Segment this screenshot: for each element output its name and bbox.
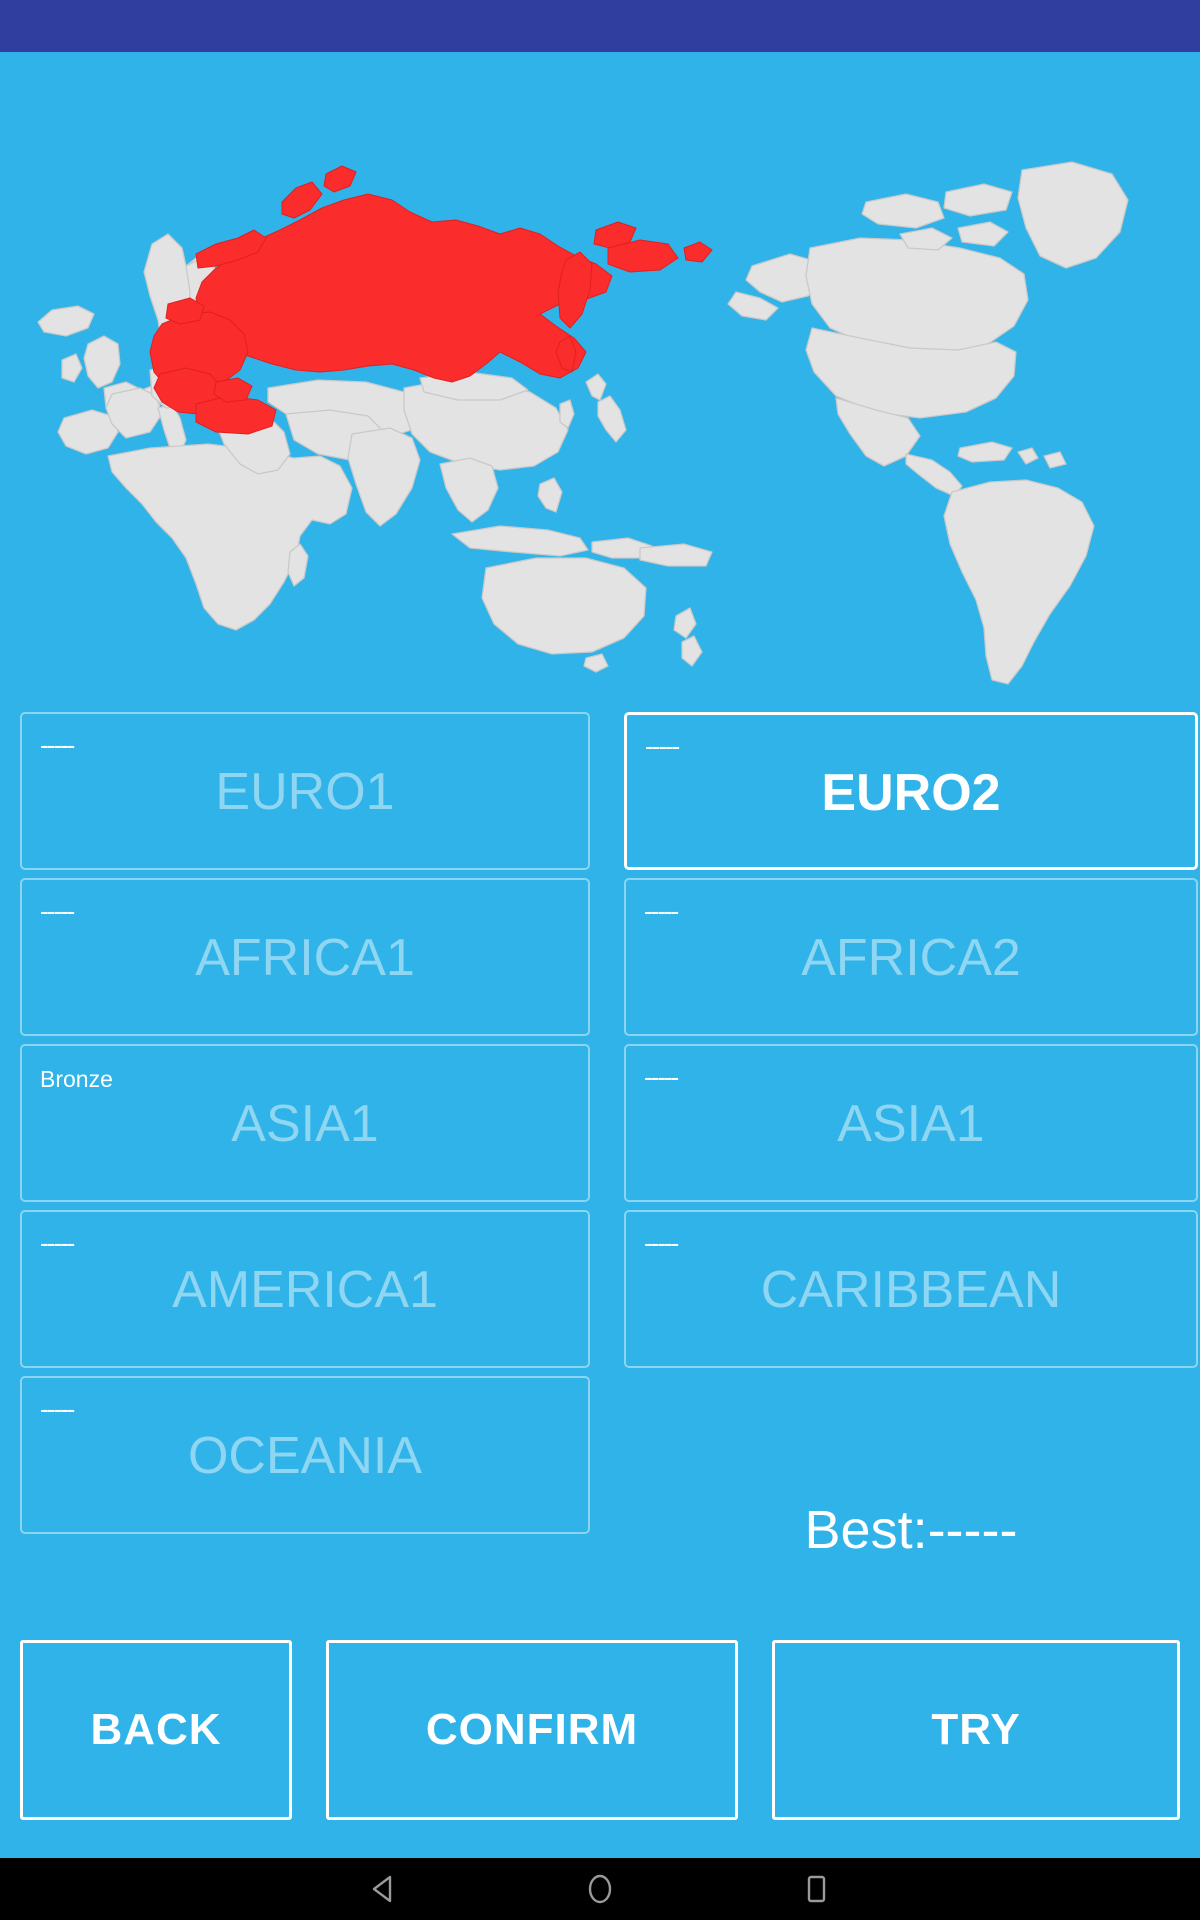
region-button-euro1[interactable]: ----- EURO1 xyxy=(20,712,590,870)
region-label: ASIA1 xyxy=(837,1095,985,1153)
back-button[interactable]: BACK xyxy=(20,1640,292,1820)
world-map-panel[interactable] xyxy=(0,52,1200,692)
circle-home-icon[interactable] xyxy=(580,1869,620,1909)
region-button-africa2[interactable]: ----- AFRICA2 xyxy=(624,878,1198,1036)
region-label: EURO1 xyxy=(215,763,395,821)
region-button-america1[interactable]: ----- AMERICA1 xyxy=(20,1210,590,1368)
confirm-button[interactable]: CONFIRM xyxy=(326,1640,738,1820)
region-label: CARIBBEAN xyxy=(760,1261,1062,1319)
world-map-svg[interactable] xyxy=(0,52,1200,692)
action-bar: BACK CONFIRM TRY xyxy=(0,1640,1200,1820)
region-label: AMERICA1 xyxy=(172,1261,438,1319)
region-badge-bronze: Bronze xyxy=(40,1066,113,1092)
region-badge: ----- xyxy=(645,731,680,761)
region-label: OCEANIA xyxy=(187,1427,423,1485)
region-button-asia1-right[interactable]: ----- ASIA1 xyxy=(624,1044,1198,1202)
region-label: AFRICA2 xyxy=(801,929,1021,987)
region-badge: ----- xyxy=(644,896,679,926)
region-row: ----- AMERICA1 ----- CARIBBEAN xyxy=(0,1210,1200,1368)
region-row: ----- AFRICA1 ----- AFRICA2 xyxy=(0,878,1200,1036)
region-label: EURO2 xyxy=(821,764,1001,822)
region-badge: ----- xyxy=(40,896,75,926)
region-button-caribbean[interactable]: ----- CARIBBEAN xyxy=(624,1210,1198,1368)
region-badge: ----- xyxy=(40,1228,75,1258)
best-score-label: Best:----- xyxy=(804,1500,1018,1560)
region-button-oceania[interactable]: ----- OCEANIA xyxy=(20,1376,590,1534)
region-badge: ----- xyxy=(40,1394,75,1424)
region-button-africa1[interactable]: ----- AFRICA1 xyxy=(20,878,590,1036)
region-badge: ----- xyxy=(644,1062,679,1092)
region-label: ASIA1 xyxy=(231,1095,379,1153)
status-bar xyxy=(0,0,1200,52)
region-row: ----- EURO1 ----- EURO2 xyxy=(0,712,1200,870)
region-label: AFRICA1 xyxy=(195,929,415,987)
region-row: Bronze ASIA1 ----- ASIA1 xyxy=(0,1044,1200,1202)
square-recents-icon[interactable] xyxy=(796,1869,836,1909)
android-nav-bar xyxy=(0,1858,1200,1920)
try-button[interactable]: TRY xyxy=(772,1640,1180,1820)
triangle-back-icon[interactable] xyxy=(364,1869,404,1909)
region-button-asia1-left[interactable]: Bronze ASIA1 xyxy=(20,1044,590,1202)
region-badge: ----- xyxy=(644,1228,679,1258)
region-badge: ----- xyxy=(40,730,75,760)
region-button-euro2[interactable]: ----- EURO2 xyxy=(624,712,1198,870)
